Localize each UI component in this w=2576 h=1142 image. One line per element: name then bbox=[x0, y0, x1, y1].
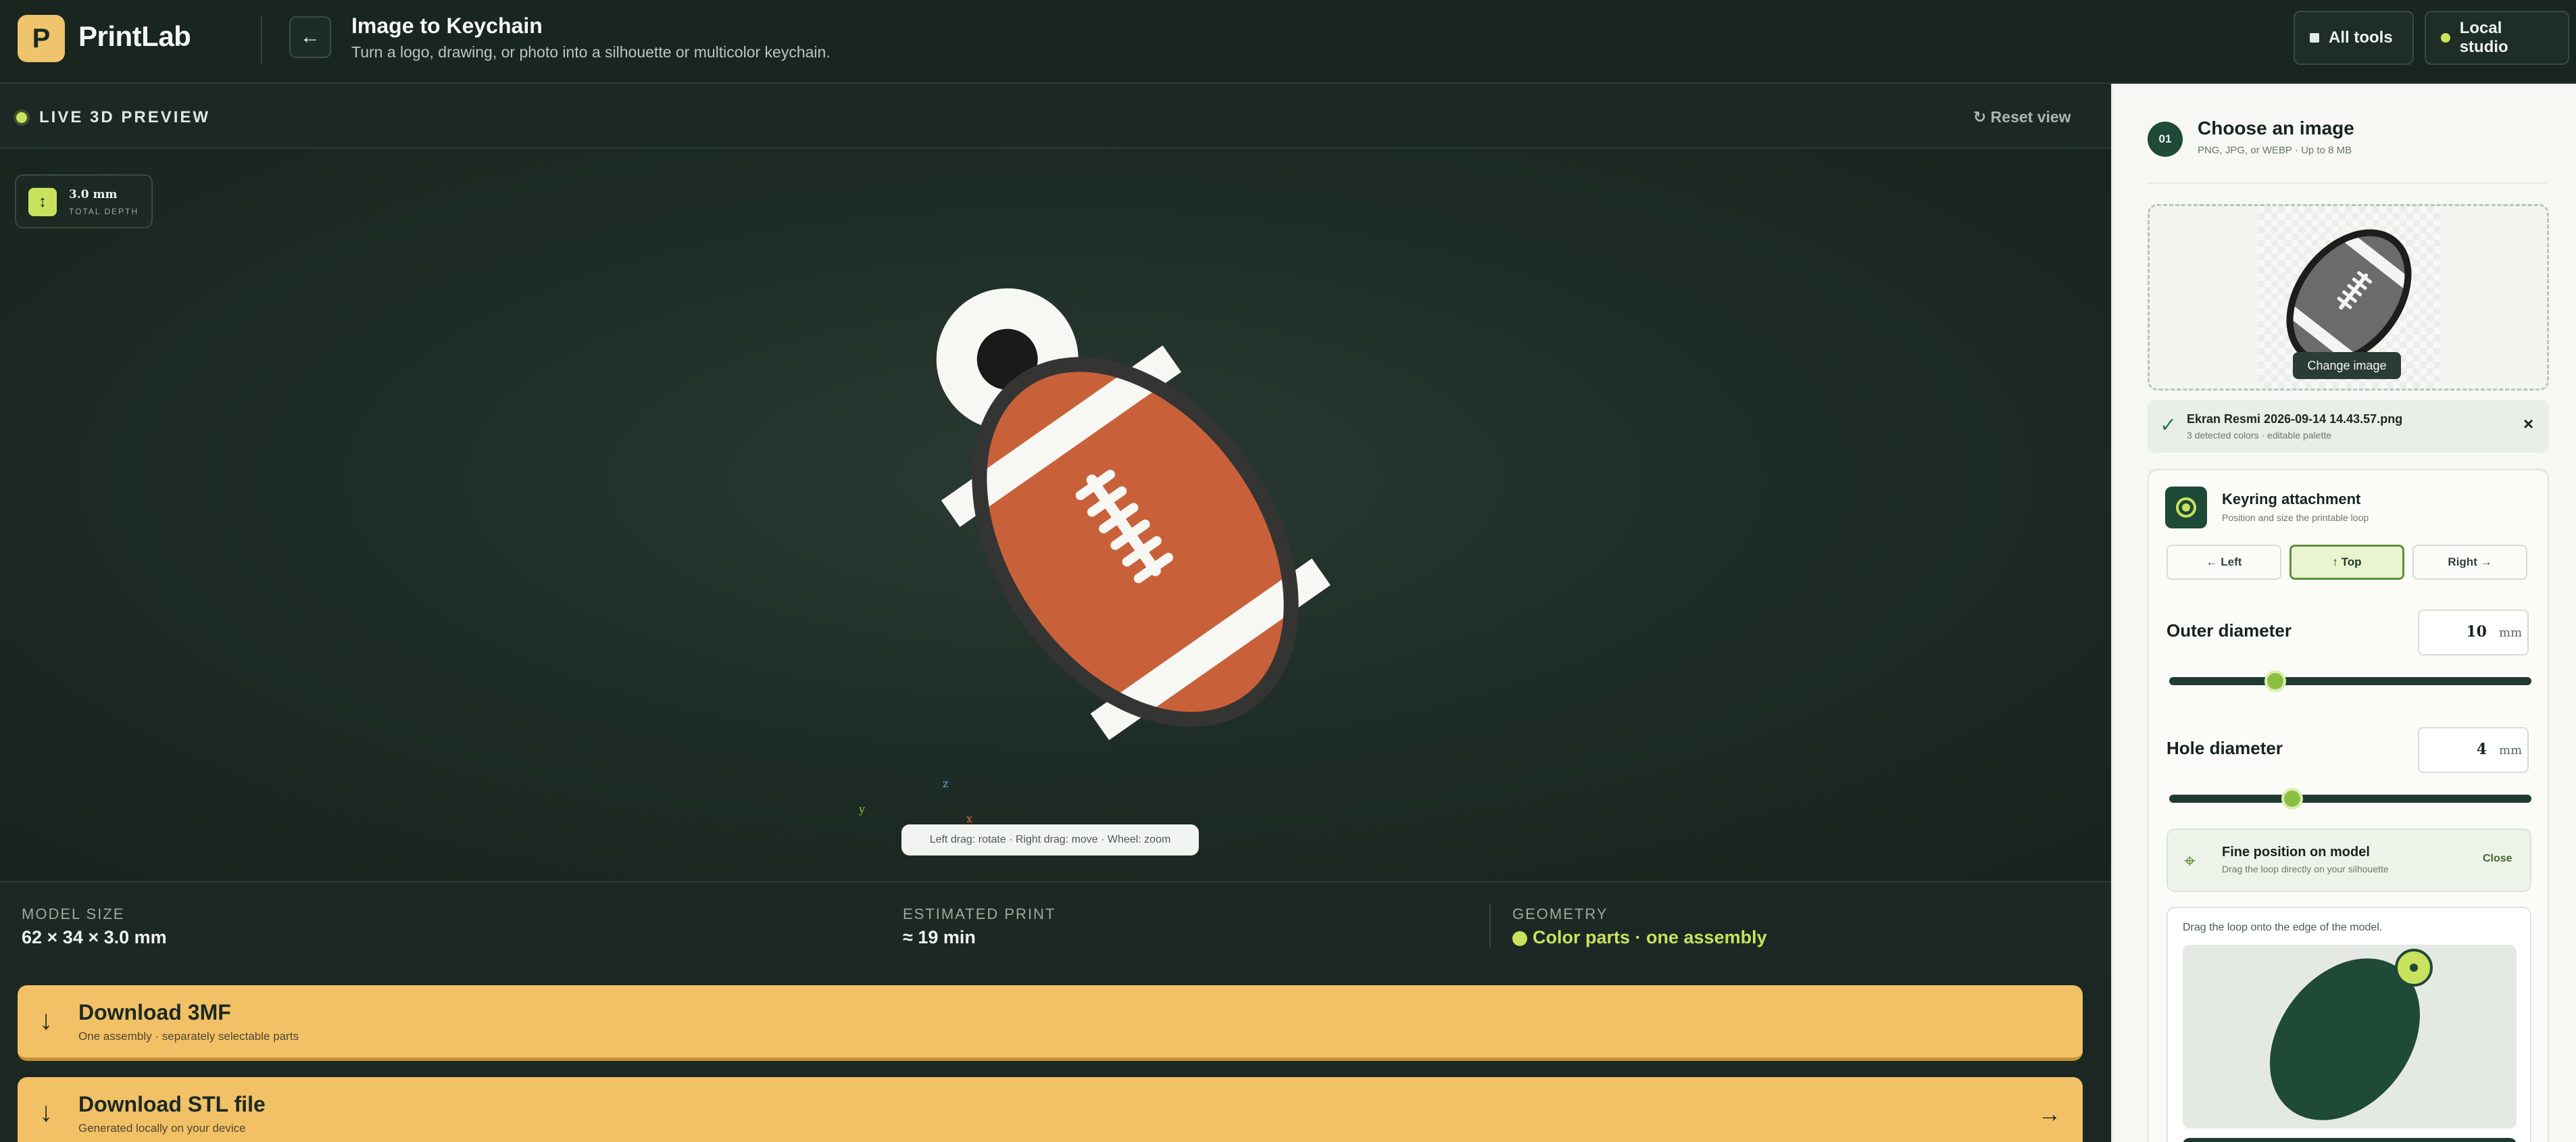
download-3mf-title: Download 3MF bbox=[78, 1000, 231, 1024]
depth-arrows-icon: ↕ bbox=[28, 188, 57, 216]
local-studio-button[interactable]: Local studio bbox=[2425, 11, 2569, 65]
position-left-button[interactable]: ← Left bbox=[2166, 545, 2281, 580]
hole-diameter-value: 4 bbox=[2476, 741, 2487, 758]
download-3mf-button[interactable]: ↓ Download 3MF One assembly · separately… bbox=[18, 985, 2083, 1061]
outer-diameter-value: 10 bbox=[2466, 623, 2487, 641]
apply-position-bar[interactable] bbox=[2183, 1138, 2517, 1142]
geometry-status-icon bbox=[1512, 931, 1527, 946]
local-studio-label: Local studio bbox=[2459, 19, 2508, 56]
refresh-icon: ↻ bbox=[1973, 108, 1987, 126]
download-stl-title: Download STL file bbox=[78, 1092, 266, 1116]
outer-diameter-slider[interactable] bbox=[2169, 670, 2531, 692]
crosshair-icon: ⌖ bbox=[2184, 850, 2196, 872]
step-number-badge: 01 bbox=[2148, 122, 2183, 157]
arrow-right-icon: → bbox=[2038, 1101, 2061, 1127]
outer-diameter-input[interactable]: 10 mm bbox=[2418, 610, 2529, 655]
preview-toolbar: LIVE 3D PREVIEW ↻ Reset view bbox=[0, 85, 2111, 149]
change-image-button[interactable]: Change image bbox=[2293, 352, 2401, 379]
hole-diameter-unit: mm bbox=[2499, 743, 2523, 758]
depth-caption: TOTAL DEPTH bbox=[69, 207, 139, 216]
live-preview-label: LIVE 3D PREVIEW bbox=[39, 108, 211, 126]
all-tools-button[interactable]: All tools bbox=[2294, 11, 2414, 65]
keyring-attachment-card: Keyring attachment Position and size the… bbox=[2148, 469, 2549, 1142]
settings-sidebar: 01 Choose an image PNG, JPG, or WEBP · U… bbox=[2111, 84, 2576, 1142]
silhouette-preview bbox=[2269, 949, 2433, 1120]
app-name[interactable]: PrintLab bbox=[78, 20, 191, 53]
grid-icon bbox=[2310, 33, 2319, 43]
model-size-label: MODEL SIZE bbox=[22, 905, 125, 922]
outer-diameter-unit: mm bbox=[2499, 626, 2523, 640]
check-icon: ✓ bbox=[2160, 414, 2177, 437]
download-icon: ↓ bbox=[39, 1097, 53, 1127]
file-name: Ekran Resmi 2026-09-14 14.43.57.png bbox=[2187, 412, 2403, 426]
hole-diameter-label: Hole diameter bbox=[2166, 738, 2283, 758]
stats-divider bbox=[1489, 904, 1491, 949]
fine-position-panel: ⌖ Fine position on model Drag the loop d… bbox=[2166, 828, 2531, 892]
outer-diameter-slider-thumb[interactable] bbox=[2264, 670, 2286, 692]
3d-viewport[interactable]: ↕ 3.0 mm TOTAL DEPTH z y x Left drag: ro… bbox=[0, 150, 2111, 880]
divider bbox=[2148, 182, 2546, 184]
hole-diameter-slider[interactable] bbox=[2169, 788, 2531, 810]
top-bar: P PrintLab ← Image to Keychain Turn a lo… bbox=[0, 0, 2576, 84]
drag-hint: Drag the loop onto the edge of the model… bbox=[2183, 922, 2383, 933]
outer-diameter-label: Outer diameter bbox=[2166, 620, 2292, 641]
stats-bar: MODEL SIZE 62 × 34 × 3.0 mm ESTIMATED PR… bbox=[0, 881, 2111, 969]
loop-placement-card: Drag the loop onto the edge of the model… bbox=[2166, 907, 2531, 1142]
axis-z-label: z bbox=[943, 777, 949, 790]
depth-badge: ↕ 3.0 mm TOTAL DEPTH bbox=[15, 174, 153, 228]
keyring-subtitle: Position and size the printable loop bbox=[2222, 512, 2369, 523]
page-subtitle: Turn a logo, drawing, or photo into a si… bbox=[351, 43, 831, 61]
position-top-button[interactable]: ↑ Top bbox=[2289, 545, 2404, 580]
status-dot-icon bbox=[2441, 33, 2450, 43]
loop-handle-hole-icon bbox=[2410, 964, 2418, 972]
estimated-print-value: ≈ 19 min bbox=[903, 927, 976, 947]
all-tools-label: All tools bbox=[2329, 28, 2393, 47]
header-divider bbox=[261, 16, 262, 65]
depth-value: 3.0 mm bbox=[69, 188, 118, 201]
loop-placement-canvas[interactable] bbox=[2183, 945, 2517, 1128]
app-logo-icon[interactable]: P bbox=[18, 15, 65, 62]
reset-view-label: Reset view bbox=[1990, 108, 2071, 126]
back-button[interactable]: ← bbox=[289, 16, 331, 58]
step-title: Choose an image bbox=[2198, 118, 2354, 139]
position-right-button[interactable]: Right → bbox=[2412, 545, 2527, 580]
page-title: Image to Keychain bbox=[351, 14, 543, 38]
download-3mf-subtitle: One assembly · separately selectable par… bbox=[78, 1030, 299, 1043]
geometry-value: Color parts · one assembly bbox=[1533, 927, 1767, 947]
fine-position-close-button[interactable]: Close bbox=[2483, 853, 2512, 865]
file-meta: 3 detected colors · editable palette bbox=[2187, 430, 2332, 441]
keyring-icon bbox=[2165, 487, 2207, 528]
axis-y-label: y bbox=[859, 803, 866, 816]
live-indicator-icon bbox=[16, 112, 27, 123]
keyring-title: Keyring attachment bbox=[2222, 491, 2361, 507]
geometry-label: GEOMETRY bbox=[1512, 905, 1608, 922]
fine-position-title: Fine position on model bbox=[2222, 845, 2370, 860]
reset-view-button[interactable]: ↻ Reset view bbox=[1973, 108, 2071, 126]
hole-diameter-input[interactable]: 4 mm bbox=[2418, 727, 2529, 773]
model-size-value: 62 × 34 × 3.0 mm bbox=[22, 927, 167, 947]
download-stl-button[interactable]: ↓ Download STL file Generated locally on… bbox=[18, 1077, 2083, 1142]
axis-x-label: x bbox=[966, 812, 973, 825]
hole-diameter-slider-thumb[interactable] bbox=[2281, 788, 2303, 810]
fine-position-subtitle: Drag the loop directly on your silhouett… bbox=[2222, 864, 2389, 874]
uploaded-file-card: ✓ Ekran Resmi 2026-09-14 14.43.57.png 3 … bbox=[2148, 400, 2549, 453]
image-drop-zone[interactable]: Change image bbox=[2148, 204, 2549, 391]
remove-file-icon[interactable]: × bbox=[2523, 414, 2533, 435]
estimated-print-label: ESTIMATED PRINT bbox=[903, 905, 1056, 922]
step-subtitle: PNG, JPG, or WEBP · Up to 8 MB bbox=[2198, 145, 2352, 156]
arrow-left-icon: ← bbox=[300, 26, 320, 48]
download-icon: ↓ bbox=[39, 1006, 53, 1035]
keychain-model[interactable] bbox=[878, 285, 1392, 799]
download-stl-subtitle: Generated locally on your device bbox=[78, 1122, 246, 1135]
controls-hint: Left drag: rotate · Right drag: move · W… bbox=[901, 824, 1199, 855]
